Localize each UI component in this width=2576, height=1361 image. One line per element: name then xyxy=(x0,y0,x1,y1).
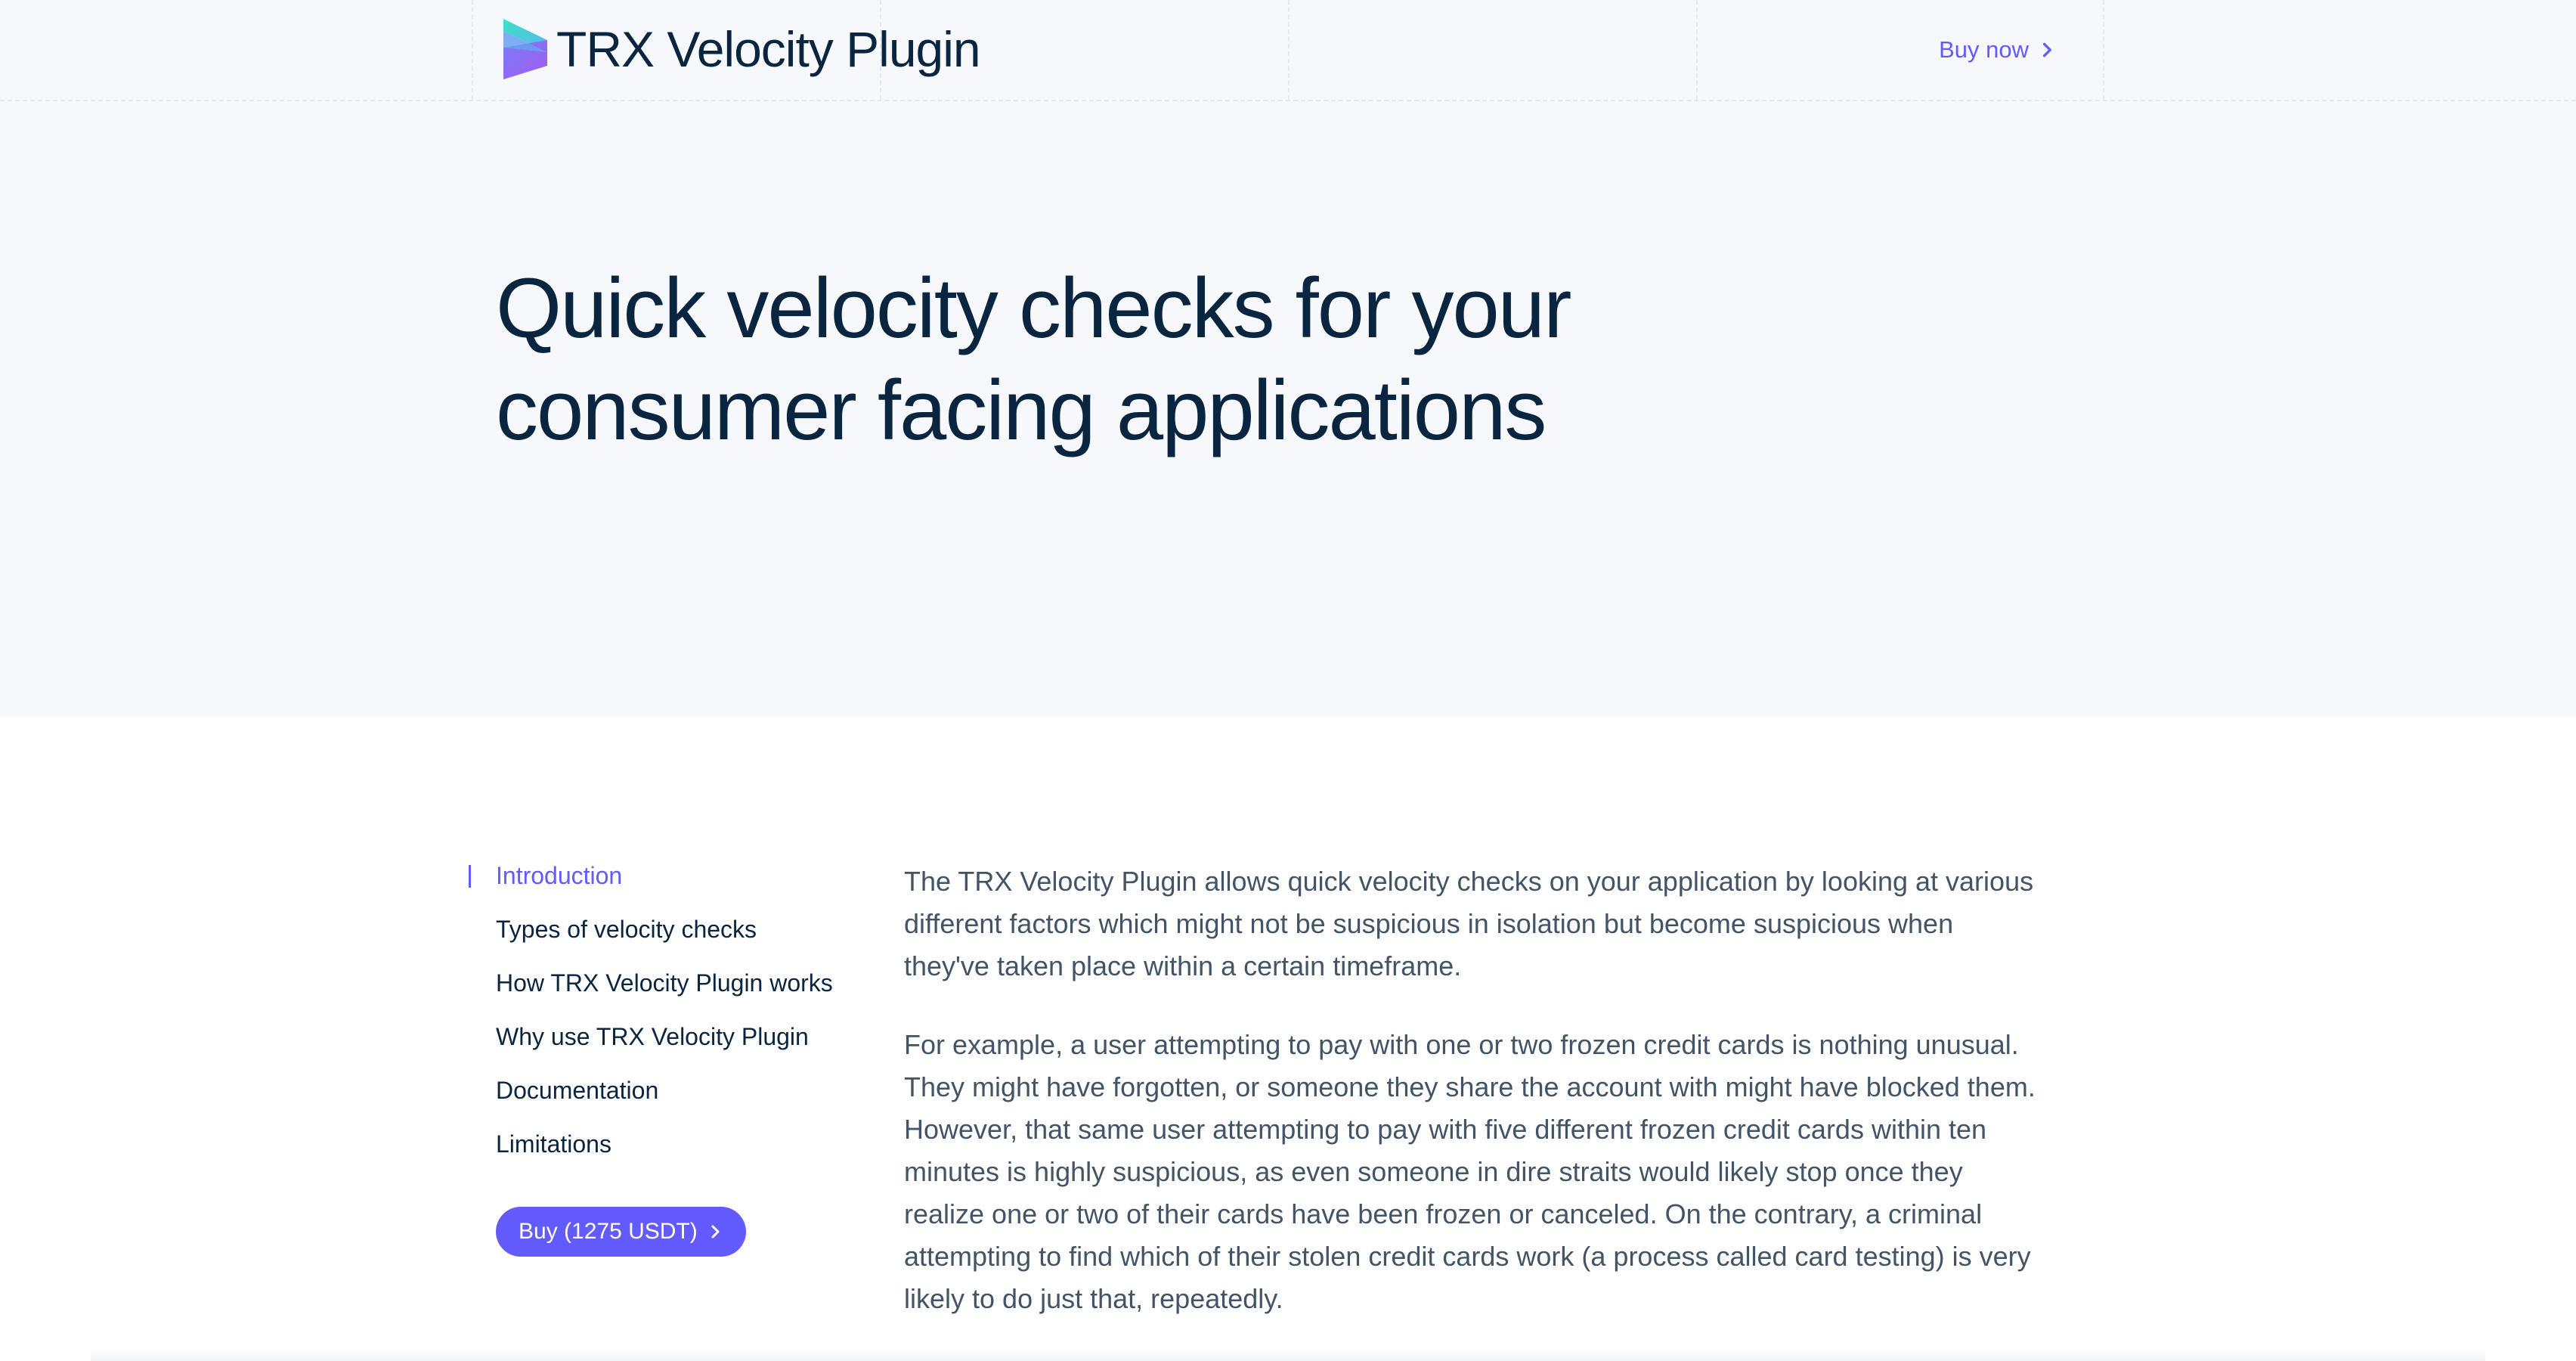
chevron-right-icon xyxy=(2042,42,2051,57)
grid-guide-line xyxy=(472,0,473,100)
buy-button-label: Buy (1275 USDT) xyxy=(519,1219,698,1244)
page-title: Quick velocity checks for your consumer … xyxy=(496,261,1571,457)
intro-paragraph: The TRX Velocity Plugin allows quick vel… xyxy=(904,866,2034,981)
buy-now-label: Buy now xyxy=(1939,36,2029,63)
buy-button[interactable]: Buy (1275 USDT) xyxy=(496,1207,746,1257)
sidebar-item-why-use[interactable]: Why use TRX Velocity Plugin xyxy=(469,1020,862,1074)
grid-guide-line xyxy=(1288,0,1290,100)
buy-now-link[interactable]: Buy now xyxy=(1939,33,2056,67)
brand-logo-link[interactable]: TRX Velocity Plugin xyxy=(502,17,981,82)
bottom-fade xyxy=(91,1349,2485,1361)
sidebar-nav: Introduction Types of velocity checks Ho… xyxy=(469,859,862,1181)
example-paragraph: For example, a user attempting to pay wi… xyxy=(904,1029,2036,1314)
sidebar-item-how-it-works[interactable]: How TRX Velocity Plugin works xyxy=(469,966,862,1020)
grid-guide-line xyxy=(1696,0,1698,100)
main-content: The TRX Velocity Plugin allows quick vel… xyxy=(904,860,2038,1356)
sidebar-item-introduction[interactable]: Introduction xyxy=(469,859,862,913)
brand-name: TRX Velocity Plugin xyxy=(556,21,981,77)
velocity-logo-icon xyxy=(503,19,547,79)
grid-guide-line xyxy=(2103,0,2104,100)
chevron-right-icon xyxy=(711,1225,720,1239)
header-divider xyxy=(0,100,2576,101)
sidebar-item-types-of-velocity-checks[interactable]: Types of velocity checks xyxy=(469,913,862,966)
sidebar-item-documentation[interactable]: Documentation xyxy=(469,1074,862,1127)
hero-section: TRX Velocity Plugin Buy now Quick veloci… xyxy=(0,0,2576,717)
sidebar-item-limitations[interactable]: Limitations xyxy=(469,1127,862,1181)
